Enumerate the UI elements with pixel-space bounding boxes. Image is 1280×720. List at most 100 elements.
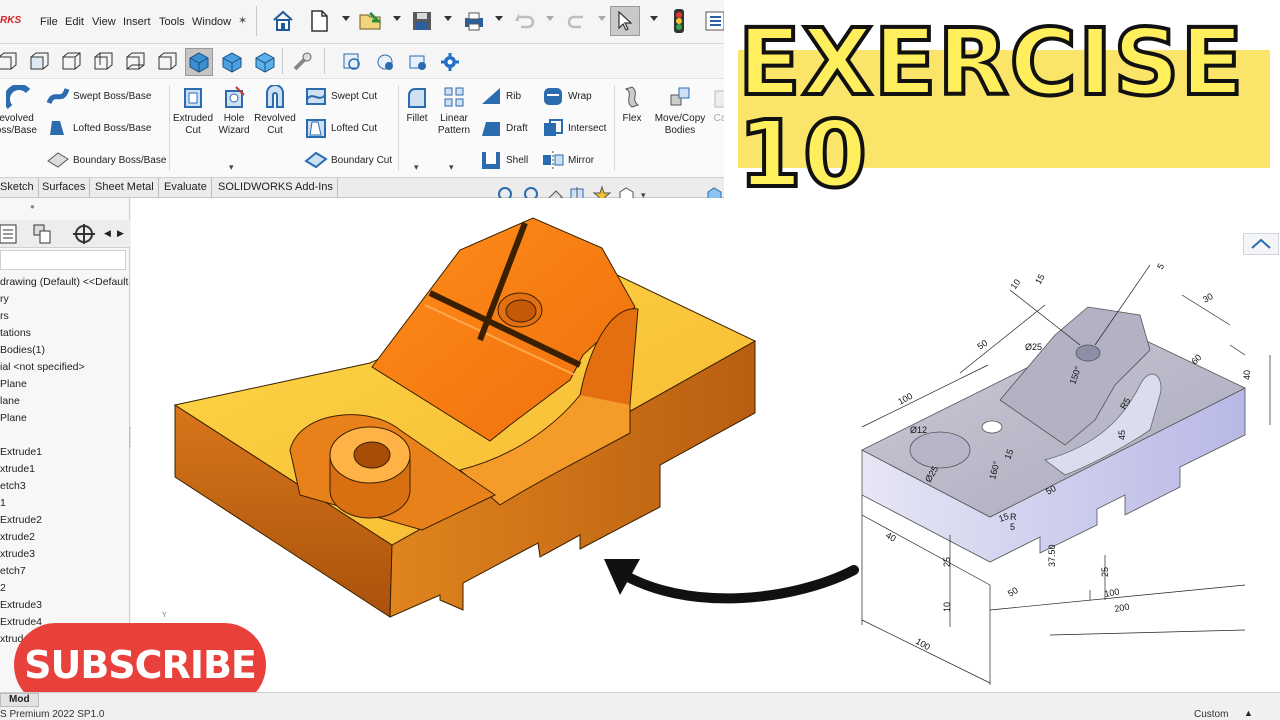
flex-button[interactable]: Flex <box>618 85 646 125</box>
collapse-chevron-up-icon[interactable] <box>1243 233 1279 255</box>
tree-item[interactable]: ial <not specified> <box>0 361 85 373</box>
shell-button[interactable]: Shell <box>479 149 528 171</box>
swept-boss-button[interactable]: Swept Boss/Base <box>46 85 151 107</box>
save-icon[interactable] <box>407 6 437 36</box>
tree-item[interactable]: etch7 <box>0 565 26 577</box>
redo-icon[interactable] <box>562 6 592 36</box>
fillet-dropdown-caret[interactable]: ▾ <box>414 162 419 173</box>
options-icon[interactable] <box>700 6 724 36</box>
boundary-cut-button[interactable]: Boundary Cut <box>304 149 392 171</box>
menu-tools[interactable]: Tools <box>159 16 185 28</box>
fillet-button[interactable]: Fillet <box>402 85 432 125</box>
units-selector[interactable]: Custom <box>1194 709 1228 720</box>
tree-item[interactable]: Extrude2 <box>0 514 42 526</box>
magnifier-icon[interactable] <box>288 48 316 76</box>
extruded-cut-button[interactable]: Extruded Cut <box>172 85 214 137</box>
feature-manager-tab-icon[interactable] <box>0 223 20 245</box>
dimension-label: 40 <box>1242 370 1252 380</box>
mirror-button[interactable]: Mirror <box>541 149 594 171</box>
tab-scroll-right-icon[interactable]: ▶ <box>117 228 124 239</box>
revolved-cut-button[interactable]: Revolved Cut <box>254 85 296 137</box>
view-front-icon[interactable] <box>0 48 20 76</box>
model-tab[interactable]: Mod <box>0 693 39 707</box>
tree-item[interactable]: 2 <box>0 582 6 594</box>
lofted-boss-button[interactable]: Lofted Boss/Base <box>46 117 151 139</box>
hole-wizard-button[interactable]: Hole Wizard <box>214 85 254 137</box>
rib-button[interactable]: Rib <box>479 85 521 107</box>
new-document-icon[interactable] <box>304 6 334 36</box>
curves-button[interactable]: Ca <box>710 85 724 125</box>
tree-item[interactable]: xtrude1 <box>0 463 35 475</box>
draft-button[interactable]: Draft <box>479 117 528 139</box>
intersect-label: Intersect <box>568 122 607 134</box>
configuration-tab-icon[interactable] <box>72 223 98 245</box>
tab-sketch[interactable]: Sketch <box>0 178 39 198</box>
property-manager-tab-icon[interactable] <box>32 223 54 245</box>
view-right-icon[interactable] <box>88 48 116 76</box>
revolved-boss-button[interactable]: Revolved Boss/Base <box>0 85 40 137</box>
wrap-label: Wrap <box>568 90 592 102</box>
revolved-boss-label: Revolved Boss/Base <box>0 113 37 136</box>
tree-item[interactable]: drawing (Default) <<Default <box>0 276 128 288</box>
tree-filter-input[interactable] <box>0 250 126 270</box>
swept-boss-label: Swept Boss/Base <box>73 90 152 102</box>
hole-dropdown-caret[interactable]: ▾ <box>229 162 234 173</box>
tab-scroll-left-icon[interactable]: ◀ <box>104 228 111 239</box>
tab-surfaces[interactable]: Surfaces <box>38 178 91 198</box>
select-pointer-icon[interactable] <box>610 6 640 36</box>
boundary-boss-button[interactable]: Boundary Boss/Base <box>46 149 166 171</box>
print-icon[interactable] <box>459 6 489 36</box>
tree-item[interactable]: etch3 <box>0 480 26 492</box>
gear-icon[interactable] <box>436 48 464 76</box>
view-selector-icon[interactable] <box>338 48 366 76</box>
view-back-icon[interactable] <box>24 48 52 76</box>
tree-item[interactable]: 1 <box>0 497 6 509</box>
view-isometric-icon[interactable] <box>185 48 213 76</box>
tree-item[interactable]: Extrude3 <box>0 599 42 611</box>
tree-item[interactable]: lane <box>0 395 20 407</box>
tree-item[interactable]: Extrude1 <box>0 446 42 458</box>
tree-item[interactable]: ry <box>0 293 9 305</box>
tree-item[interactable]: xtrude2 <box>0 531 35 543</box>
panel-tabs: ◀ ▶ <box>0 220 130 248</box>
menu-window[interactable]: Window <box>192 16 231 28</box>
undo-icon[interactable] <box>510 6 540 36</box>
panel-grip-icon: ● <box>30 202 35 211</box>
tree-item[interactable]: rs <box>0 310 9 322</box>
view-settings-icon[interactable] <box>371 48 399 76</box>
linear-pattern-button[interactable]: Linear Pattern <box>434 85 474 137</box>
home-icon[interactable] <box>268 6 298 36</box>
tree-item[interactable]: Bodies(1) <box>0 344 45 356</box>
tree-item[interactable]: Plane <box>0 378 27 390</box>
move-copy-bodies-button[interactable]: Move/Copy Bodies <box>650 85 710 137</box>
pin-icon[interactable]: ✶ <box>238 14 247 27</box>
tree-item[interactable]: tations <box>0 327 31 339</box>
view-left-icon[interactable] <box>56 48 84 76</box>
view-bottom-icon[interactable] <box>152 48 180 76</box>
view-folder-icon[interactable] <box>404 48 432 76</box>
view-dimetric-icon[interactable] <box>251 48 279 76</box>
rebuild-icon[interactable] <box>664 6 694 36</box>
menu-edit[interactable]: Edit <box>65 16 84 28</box>
menu-insert[interactable]: Insert <box>123 16 151 28</box>
swept-cut-button[interactable]: Swept Cut <box>304 85 377 107</box>
tab-sheet-metal[interactable]: Sheet Metal <box>91 178 159 198</box>
lofted-cut-button[interactable]: Lofted Cut <box>304 117 377 139</box>
view-trimetric-icon[interactable] <box>218 48 246 76</box>
tab-addins[interactable]: SOLIDWORKS Add-Ins <box>214 178 338 198</box>
menu-file[interactable]: File <box>40 16 58 28</box>
dimension-label: 50 <box>1006 585 1020 599</box>
tab-evaluate[interactable]: Evaluate <box>160 178 212 198</box>
dimension-label: 100 <box>1104 587 1121 599</box>
open-file-icon[interactable] <box>356 6 386 36</box>
menu-view[interactable]: View <box>92 16 116 28</box>
wrap-button[interactable]: Wrap <box>541 85 592 107</box>
dimension-label: 40 <box>884 530 898 544</box>
view-top-icon[interactable] <box>120 48 148 76</box>
pattern-dropdown-caret[interactable]: ▾ <box>449 162 454 173</box>
units-dropdown-caret[interactable]: ▲ <box>1244 708 1253 718</box>
tree-item[interactable]: Extrude4 <box>0 616 42 628</box>
tree-item[interactable]: Plane <box>0 412 27 424</box>
intersect-button[interactable]: Intersect <box>541 117 606 139</box>
tree-item[interactable]: xtrude3 <box>0 548 35 560</box>
